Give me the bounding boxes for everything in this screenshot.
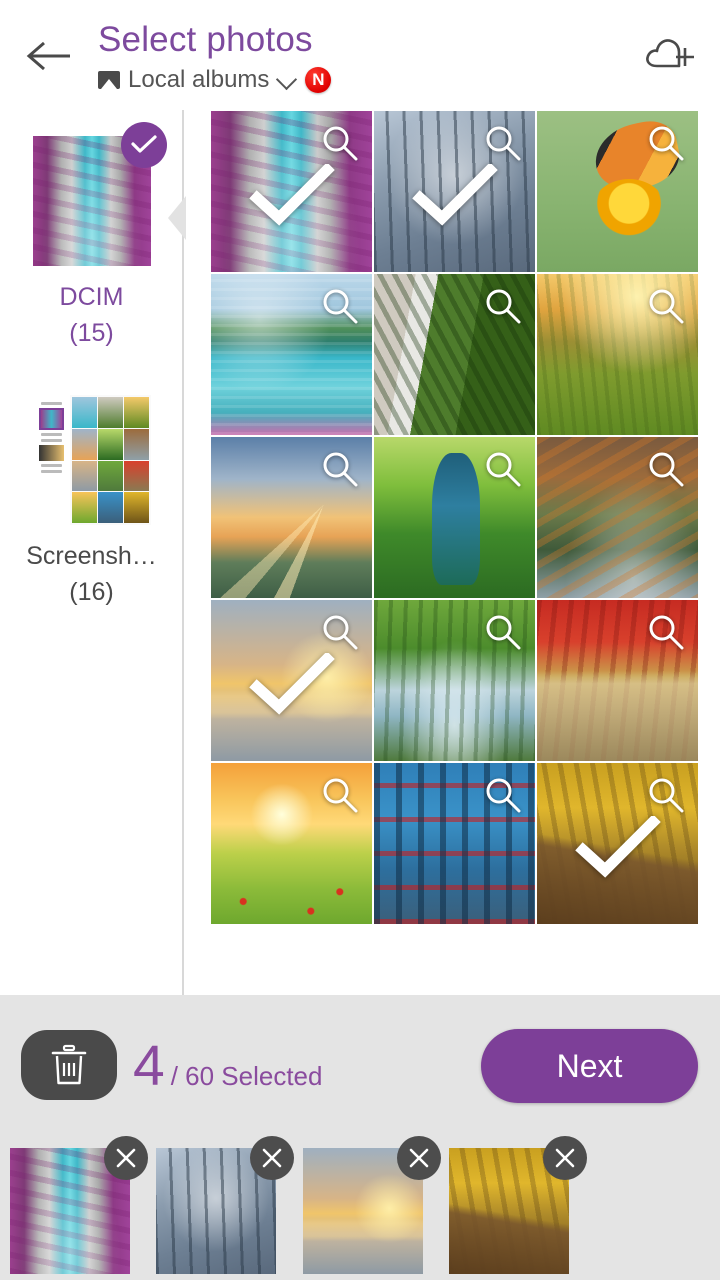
album-source-label: Local albums xyxy=(128,66,270,93)
remove-thumbnail-button[interactable] xyxy=(397,1136,441,1180)
photo-picker-screen: Select photos Local albums N DCIM (15) S… xyxy=(0,0,720,1280)
photo-cell[interactable] xyxy=(374,437,535,598)
selected-count-total: / 60 Selected xyxy=(170,1061,323,1091)
photo-cell[interactable] xyxy=(537,437,698,598)
close-icon xyxy=(116,1148,136,1168)
cloud-plus-icon xyxy=(646,39,694,68)
arrow-left-icon xyxy=(26,41,70,71)
magnifier-icon[interactable] xyxy=(320,286,360,326)
album-thumbnail-art xyxy=(32,395,151,525)
close-icon xyxy=(262,1148,282,1168)
close-icon xyxy=(555,1148,575,1168)
album-sidebar: DCIM (15) Screensh… (16) xyxy=(0,110,183,995)
selected-thumbnail-item[interactable] xyxy=(156,1136,294,1274)
sidebar-album-screenshots[interactable]: Screensh… (16) xyxy=(0,395,183,610)
sidebar-album-dcim[interactable]: DCIM (15) xyxy=(0,122,183,351)
check-icon xyxy=(130,135,157,153)
page-title: Select photos xyxy=(98,20,313,59)
chevron-down-icon[interactable] xyxy=(277,70,297,90)
photo-cell[interactable] xyxy=(211,274,372,435)
photo-cell[interactable] xyxy=(537,274,698,435)
new-badge: N xyxy=(305,67,332,93)
check-icon xyxy=(248,163,335,226)
selected-album-caret-icon xyxy=(168,196,186,240)
magnifier-icon[interactable] xyxy=(320,612,360,652)
magnifier-icon[interactable] xyxy=(646,286,686,326)
album-count: (15) xyxy=(69,319,114,347)
album-selected-badge xyxy=(120,122,167,168)
check-icon xyxy=(574,815,661,878)
photo-cell[interactable] xyxy=(537,600,698,761)
cloud-upload-button[interactable] xyxy=(636,26,702,84)
magnifier-icon[interactable] xyxy=(320,123,360,163)
delete-selection-button[interactable] xyxy=(21,1030,117,1100)
photo-cell[interactable] xyxy=(374,111,535,272)
check-icon xyxy=(248,652,335,715)
album-name: DCIM xyxy=(59,283,124,311)
remove-thumbnail-button[interactable] xyxy=(543,1136,587,1180)
photo-cell[interactable] xyxy=(374,763,535,924)
photo-cell[interactable] xyxy=(211,111,372,272)
photo-cell[interactable] xyxy=(374,274,535,435)
header-title-block: Select photos Local albums N xyxy=(98,18,578,96)
photo-cell[interactable] xyxy=(211,763,372,924)
magnifier-icon[interactable] xyxy=(483,286,523,326)
photo-cell[interactable] xyxy=(537,111,698,272)
magnifier-icon[interactable] xyxy=(483,775,523,815)
back-button[interactable] xyxy=(18,28,80,84)
mini-screenshot-preview xyxy=(32,395,151,525)
magnifier-icon[interactable] xyxy=(320,449,360,489)
photo-cell[interactable] xyxy=(537,763,698,924)
selected-thumbnail-item[interactable] xyxy=(449,1136,587,1274)
selected-thumbnail-item[interactable] xyxy=(303,1136,441,1274)
album-source-selector[interactable]: Local albums N xyxy=(98,64,578,96)
album-thumbnail[interactable] xyxy=(32,395,151,525)
album-icon xyxy=(98,71,120,89)
selected-thumbnail-item[interactable] xyxy=(10,1136,148,1274)
album-count: (16) xyxy=(69,578,114,606)
magnifier-icon[interactable] xyxy=(646,449,686,489)
check-icon xyxy=(411,163,498,226)
magnifier-icon[interactable] xyxy=(483,612,523,652)
album-thumb-wrap xyxy=(32,122,167,266)
magnifier-icon[interactable] xyxy=(320,775,360,815)
remove-thumbnail-button[interactable] xyxy=(250,1136,294,1180)
photo-cell[interactable] xyxy=(211,600,372,761)
album-thumb-wrap xyxy=(32,395,151,525)
sidebar-divider xyxy=(182,110,184,995)
selected-thumbnails-strip xyxy=(0,1136,720,1280)
app-header: Select photos Local albums N xyxy=(0,0,720,110)
album-name: Screensh… xyxy=(26,542,157,570)
next-button[interactable]: Next xyxy=(481,1029,698,1103)
photo-cell[interactable] xyxy=(211,437,372,598)
photo-grid xyxy=(211,111,698,924)
magnifier-icon[interactable] xyxy=(646,123,686,163)
magnifier-icon[interactable] xyxy=(483,123,523,163)
remove-thumbnail-button[interactable] xyxy=(104,1136,148,1180)
selection-count: 4 / 60 Selected xyxy=(133,1035,322,1097)
photo-cell[interactable] xyxy=(374,600,535,761)
magnifier-icon[interactable] xyxy=(646,612,686,652)
trash-icon xyxy=(51,1044,87,1085)
selected-count-number: 4 xyxy=(133,1034,165,1098)
close-icon xyxy=(409,1148,429,1168)
magnifier-icon[interactable] xyxy=(646,775,686,815)
magnifier-icon[interactable] xyxy=(483,449,523,489)
